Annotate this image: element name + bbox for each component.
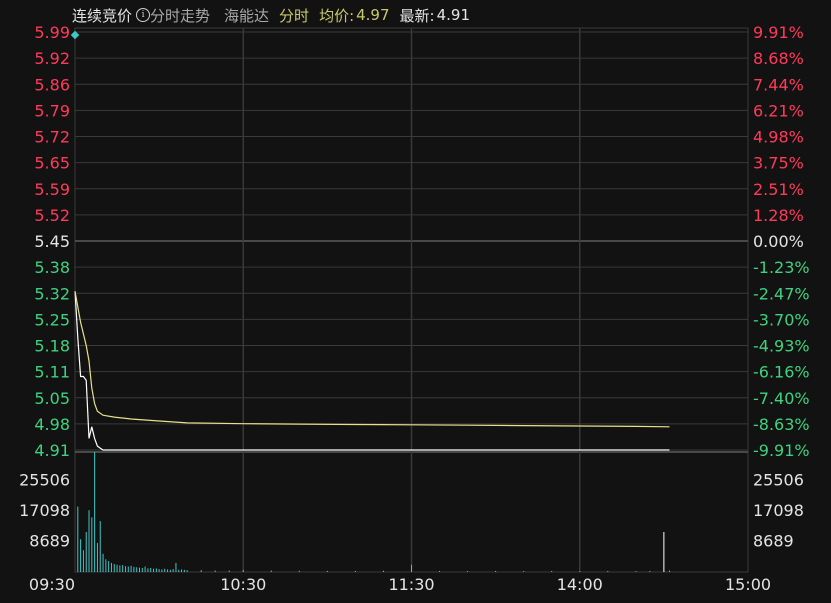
- percent-tick-label: -9.91%: [753, 441, 810, 460]
- price-tick-label: 5.92: [34, 49, 70, 68]
- percent-tick-label: -3.70%: [753, 310, 810, 329]
- price-tick-label: 5.45: [34, 232, 70, 251]
- time-tick-label: 15:00: [725, 575, 771, 594]
- percent-tick-label: -8.63%: [753, 415, 810, 434]
- percent-tick-label: -6.16%: [753, 363, 810, 382]
- time-tick-label: 10:30: [220, 575, 266, 594]
- price-tick-label: 5.65: [34, 154, 70, 173]
- price-tick-label: 5.72: [34, 128, 70, 147]
- volume-tick-label: 8689: [29, 531, 70, 550]
- price-tick-label: 4.98: [34, 415, 70, 434]
- percent-tick-label: -2.47%: [753, 284, 810, 303]
- price-tick-label: 5.99: [34, 23, 70, 42]
- percent-tick-label: -1.23%: [753, 258, 810, 277]
- clipped-bottom-label-left: ▁▁▁▁▁: [72, 596, 119, 603]
- clipped-bottom-label-right: ▁▁▁▁▁▁▁▁: [505, 596, 579, 603]
- price-tick-label: 5.18: [34, 337, 70, 356]
- time-tick-label: 09:30: [29, 575, 75, 594]
- volume-tick-label: 17098: [19, 501, 70, 520]
- price-tick-label: 5.86: [34, 75, 70, 94]
- price-tick-label: 5.05: [34, 389, 70, 408]
- volume-bars: [77, 452, 670, 572]
- volume-tick-label: 25506: [753, 470, 804, 489]
- price-tick-label: 5.25: [34, 310, 70, 329]
- time-tick-label: 11:30: [388, 575, 434, 594]
- percent-tick-label: 4.98%: [753, 128, 804, 147]
- percent-tick-label: -7.40%: [753, 389, 810, 408]
- percent-tick-label: 9.91%: [753, 23, 804, 42]
- price-axis: 5.99 5.92 5.86 5.79 5.72 5.65 5.59 5.52 5.45 5.38…: [34, 23, 70, 460]
- intraday-chart[interactable]: 5.99 5.92 5.86 5.79 5.72 5.65 5.59 5.52 5.45 5.38…: [0, 0, 831, 603]
- percent-tick-label: -4.93%: [753, 337, 810, 356]
- time-tick-label: 14:00: [557, 575, 603, 594]
- volume-tick-label: 17098: [753, 501, 804, 520]
- volume-tick-label: 25506: [19, 470, 70, 489]
- percent-tick-label: 6.21%: [753, 101, 804, 120]
- percent-tick-label: 1.28%: [753, 206, 804, 225]
- percent-tick-label: 8.68%: [753, 49, 804, 68]
- price-tick-label: 4.91: [34, 441, 70, 460]
- percent-tick-label: 7.44%: [753, 75, 804, 94]
- percent-tick-label: 3.75%: [753, 154, 804, 173]
- price-tick-label: 5.11: [34, 363, 70, 382]
- price-tick-label: 5.59: [34, 180, 70, 199]
- time-axis: 09:30 10:30 11:30 14:00 15:00: [29, 575, 771, 594]
- price-tick-label: 5.38: [34, 258, 70, 277]
- price-tick-label: 5.79: [34, 101, 70, 120]
- price-tick-label: 5.32: [34, 284, 70, 303]
- percent-axis: 9.91% 8.68% 7.44% 6.21% 4.98% 3.75% 2.51% 1.28%…: [753, 23, 810, 460]
- percent-tick-label: 0.00%: [753, 232, 804, 251]
- chart-grid: [74, 27, 749, 573]
- price-tick-label: 5.52: [34, 206, 70, 225]
- volume-tick-label: 8689: [753, 531, 794, 550]
- percent-tick-label: 2.51%: [753, 180, 804, 199]
